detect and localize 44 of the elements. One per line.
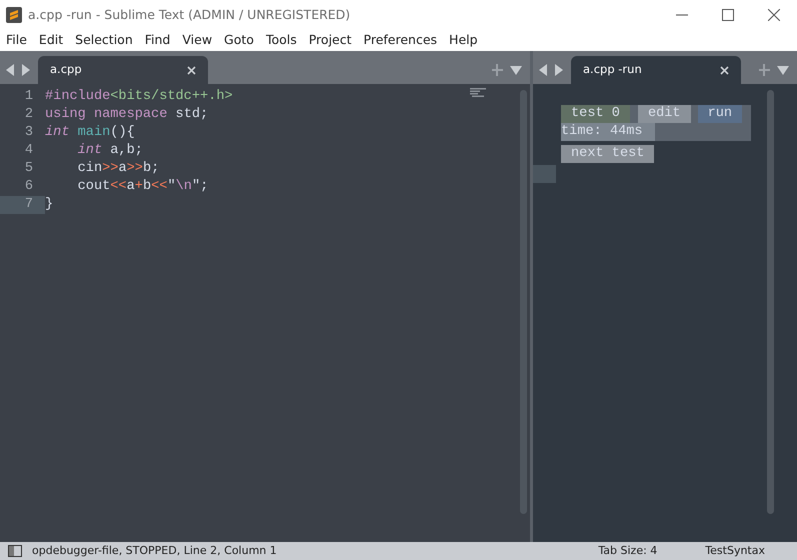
maximize-icon[interactable] bbox=[722, 9, 734, 21]
syntax-label[interactable]: TestSyntax bbox=[705, 542, 765, 560]
menu-item[interactable]: Edit bbox=[32, 31, 70, 50]
line-number: 3 bbox=[24, 124, 34, 142]
tab-scroll-icon[interactable] bbox=[539, 64, 563, 76]
status-text: opdebugger-file, STOPPED, Line 2, Column 1 bbox=[32, 542, 277, 559]
code-line: } bbox=[45, 196, 54, 214]
menu-item[interactable]: Help bbox=[443, 31, 484, 50]
close-icon[interactable] bbox=[768, 9, 780, 21]
code-line: cin>>a>>b; bbox=[76, 160, 160, 178]
code-line: #include<bits/stdc++.h> bbox=[45, 88, 233, 106]
editor-tab[interactable]: a.cpp -run bbox=[571, 56, 741, 84]
panel-toggle-icon[interactable] bbox=[8, 545, 22, 557]
new-tab-icon[interactable] bbox=[492, 64, 522, 76]
tab-scroll-icon[interactable] bbox=[6, 64, 30, 76]
line-number: 2 bbox=[24, 106, 34, 124]
code-line: int a,b; bbox=[76, 142, 143, 160]
code-line: using namespace std; bbox=[45, 106, 208, 124]
menu-item[interactable]: Tools bbox=[260, 31, 303, 50]
code-line: int main(){ bbox=[45, 124, 135, 142]
line-number: 6 bbox=[24, 178, 34, 196]
line-number: 5 bbox=[24, 160, 34, 178]
line-number: 4 bbox=[24, 142, 34, 160]
menu-item[interactable]: View bbox=[176, 31, 218, 50]
menu-item[interactable]: File bbox=[0, 31, 33, 50]
window-title: a.cpp -run - Sublime Text (ADMIN / UNREGISTERED) bbox=[28, 6, 350, 24]
menu-item[interactable]: Project bbox=[302, 31, 358, 50]
app-icon bbox=[6, 7, 22, 23]
cursor-line-highlight bbox=[533, 165, 556, 183]
editor-tab[interactable]: a.cpp bbox=[38, 56, 208, 84]
tab-size[interactable]: Tab Size: 4 bbox=[598, 542, 658, 560]
menu-item[interactable]: Preferences bbox=[358, 31, 444, 50]
run-button[interactable]: run bbox=[698, 105, 742, 123]
new-tab-icon[interactable] bbox=[759, 64, 789, 76]
menu-item[interactable]: Goto bbox=[218, 31, 260, 50]
line-number: 7 bbox=[0, 196, 45, 214]
code-line: cout<<a+b<<"\n"; bbox=[76, 178, 208, 196]
test-label: test 0 bbox=[561, 105, 630, 123]
scrollbar[interactable] bbox=[767, 90, 774, 514]
menu-item[interactable]: Find bbox=[138, 31, 176, 50]
menu-item[interactable]: Selection bbox=[69, 31, 139, 50]
minimap bbox=[470, 88, 488, 98]
line-number: 1 bbox=[24, 88, 34, 106]
time-label: time: 44ms bbox=[561, 123, 655, 141]
